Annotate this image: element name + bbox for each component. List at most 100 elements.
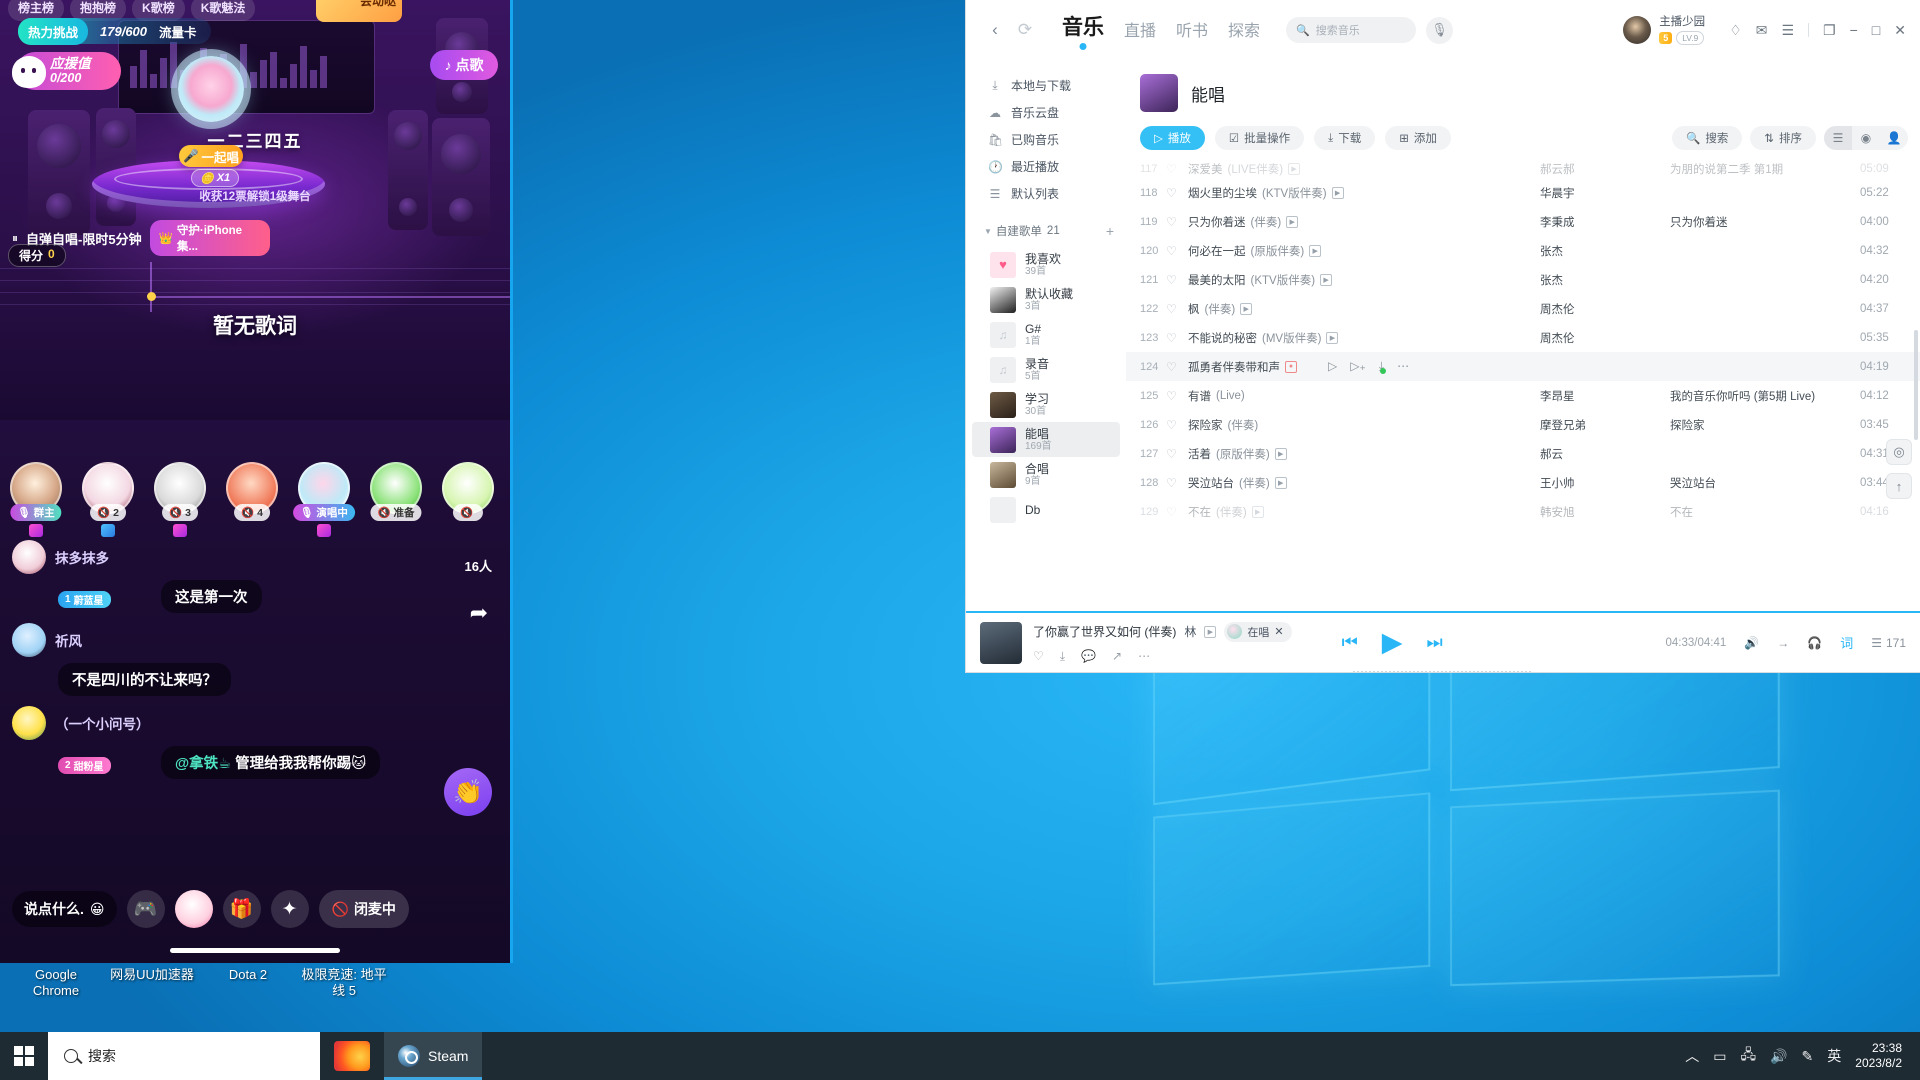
mv-icon[interactable]: ▶	[1286, 215, 1299, 228]
search-input[interactable]: 🔍 搜索音乐	[1286, 17, 1417, 43]
playlist-item-chorus[interactable]: 合唱 9首	[972, 457, 1120, 492]
heart-icon[interactable]: ♡	[1166, 447, 1188, 461]
heart-icon[interactable]: ♡	[1166, 244, 1188, 258]
music-app-window[interactable]: ‹ ⟳ 音乐 直播 听书 探索 🔍 搜索音乐 🎙 主播少园 5 LV.9 ♢ ✉…	[966, 0, 1920, 672]
playlist-item-can-sing[interactable]: 能唱 169首	[972, 422, 1120, 457]
table-row[interactable]: 127 ♡ 活着 (原版伴奏) ▶ 郝云 04:31	[1126, 439, 1920, 468]
sidebar-item-purchased[interactable]: 🛍 已购音乐	[966, 126, 1126, 153]
voice-search-button[interactable]: 🎙	[1426, 16, 1454, 44]
mail-icon[interactable]: ✉	[1756, 22, 1768, 39]
shirt-icon[interactable]: ♢	[1729, 22, 1742, 39]
download-icon[interactable]: ⤓	[1060, 649, 1065, 664]
table-row[interactable]: 118 ♡ 烟火里的尘埃 (KTV版伴奏) ▶ 华晨宇 05:22	[1126, 178, 1920, 207]
tab-music[interactable]: 音乐	[1062, 11, 1104, 50]
heart-icon[interactable]: ♡	[1166, 331, 1188, 345]
table-row[interactable]: 117 ♡ 深爱美 (LIVE伴奏) ▶ 郝云郝 为朋的说第二季 第1期 05:09	[1126, 160, 1920, 178]
download-button[interactable]: ⤓ 下载	[1314, 126, 1376, 150]
guard-promo-pill[interactable]: 👑 守护·iPhone集...	[149, 220, 270, 256]
heart-icon[interactable]: ♡	[1166, 476, 1188, 490]
hot-challenge-bar[interactable]: 热力挑战 179/600 流量卡	[18, 17, 211, 45]
track-list[interactable]: 117 ♡ 深爱美 (LIVE伴奏) ▶ 郝云郝 为朋的说第二季 第1期 05:09…	[1126, 160, 1920, 611]
next-track-button[interactable]: ⏭	[1427, 632, 1443, 653]
chat-messages[interactable]: 抹多抹多 1 蔚蓝星 这是第一次 祈风 不是四川的不让来吗？ （一个小问号） 2…	[12, 540, 412, 789]
share-icon[interactable]: ↗	[1112, 649, 1122, 663]
desktop-icon-dota2[interactable]: Dota 2	[200, 965, 296, 1001]
tab-live[interactable]: 直播	[1124, 17, 1156, 50]
mv-icon[interactable]: ▶	[1274, 476, 1287, 489]
seat-item[interactable]: 🔇	[436, 462, 500, 521]
desktop-icon-chrome[interactable]: Google Chrome	[8, 965, 104, 1001]
mini-player-icon[interactable]: ❐	[1823, 22, 1836, 39]
ime-language-indicator[interactable]: 英	[1827, 1046, 1841, 1066]
view-mode-artist[interactable]: 👤	[1880, 126, 1908, 150]
heart-icon[interactable]: ♡	[1166, 273, 1188, 287]
taskbar-app-ktv[interactable]	[320, 1032, 384, 1080]
sidebar-item-cloud-disk[interactable]: ☁ 音乐云盘	[966, 99, 1126, 126]
mv-icon[interactable]: ▶	[1240, 302, 1253, 315]
heart-icon[interactable]: ♡	[1166, 505, 1188, 519]
view-mode-list[interactable]: ☰	[1824, 126, 1852, 150]
desktop-icon-uu[interactable]: 网易UU加速器	[104, 965, 200, 1001]
table-row[interactable]: 129 ♡ 不在 (伴奏) ▶ 韩安旭 不在 04:16	[1126, 497, 1920, 526]
play-icon[interactable]: ▷	[1328, 359, 1337, 374]
desktop-icon-forza[interactable]: 极限竞速: 地平线 5	[296, 965, 392, 1001]
table-row[interactable]: 122 ♡ 枫 (伴奏) ▶ 周杰伦 04:37	[1126, 294, 1920, 323]
previous-track-button[interactable]: ⏮	[1342, 632, 1358, 653]
taskbar-app-steam[interactable]: Steam	[384, 1032, 483, 1080]
tab-audiobook[interactable]: 听书	[1176, 17, 1208, 50]
table-row[interactable]: 123 ♡ 不能说的秘密 (MV版伴奏) ▶ 周杰伦 05:35	[1126, 323, 1920, 352]
scroll-to-top-icon[interactable]: ↑	[1886, 473, 1912, 499]
mv-icon[interactable]: ▶	[1309, 244, 1322, 257]
now-playing-cover[interactable]	[980, 621, 1022, 664]
mute-toggle-button[interactable]: 🚫 闭麦中	[318, 890, 409, 928]
repeat-mode-icon[interactable]: →	[1777, 636, 1789, 650]
more-icon[interactable]: ⋯	[1397, 359, 1409, 374]
back-icon[interactable]: ‹	[980, 15, 1010, 45]
playlist-item-g-sharp[interactable]: ♫ G# 1首	[972, 317, 1120, 352]
current-singer-avatar[interactable]	[178, 56, 244, 122]
vote-multiplier-badge[interactable]: 🪙 X1	[191, 169, 240, 187]
download-icon[interactable]: ⤓	[1379, 359, 1387, 374]
heart-icon[interactable]: ♡	[1166, 389, 1188, 403]
menu-icon[interactable]: ☰	[1781, 22, 1794, 39]
table-row[interactable]: 126 ♡ 探险家 (伴奏) 摩登兄弟 探险家 03:45	[1126, 410, 1920, 439]
playlist-item-db[interactable]: Db	[972, 492, 1120, 527]
batch-operation-button[interactable]: ☑ 批量操作	[1214, 126, 1305, 150]
mv-icon[interactable]: ▶	[1274, 447, 1287, 460]
table-row-hovered[interactable]: 124 ♡ 孤勇者伴奏带和声 ● ▷ ▷₊ ⤓ ⋯ 04:19	[1126, 352, 1920, 381]
lyrics-icon[interactable]: 词	[1840, 633, 1853, 652]
add-to-playlist-icon[interactable]: ▷₊	[1350, 359, 1366, 374]
singing-chip[interactable]: 在唱 ✕	[1224, 621, 1292, 642]
playlist-item-default-collection[interactable]: 默认收藏 3首	[972, 282, 1120, 317]
close-icon[interactable]: ✕	[1894, 22, 1906, 39]
gift-button[interactable]: 🎁	[222, 890, 261, 928]
seat-item[interactable]: 🔇 3	[148, 462, 212, 537]
sidebar-item-recent[interactable]: 🕐 最近播放	[966, 153, 1126, 180]
taskbar-search-input[interactable]: 搜索	[48, 1032, 320, 1080]
seat-item[interactable]: 🎙 群主	[4, 462, 68, 537]
volume-icon[interactable]: 🔊	[1744, 636, 1759, 650]
heart-icon[interactable]: ♡	[1166, 302, 1188, 316]
play-all-button[interactable]: ▷ 播放	[1140, 126, 1205, 150]
minimize-icon[interactable]: −	[1850, 22, 1858, 38]
mv-icon[interactable]: ▶	[1251, 505, 1264, 518]
promo-banner[interactable]: 会动哒	[316, 0, 402, 22]
seat-item[interactable]: 🔇 准备	[364, 462, 428, 521]
heart-icon[interactable]: ♡	[1166, 418, 1188, 432]
add-playlist-icon[interactable]: +	[1106, 223, 1114, 239]
play-pause-button[interactable]: ▶	[1382, 627, 1403, 658]
support-value-widget[interactable]: 应援值 0/200	[12, 52, 121, 90]
sing-together-button[interactable]: 🎤 一起唱	[179, 145, 243, 167]
sort-button[interactable]: ⇅ 排序	[1750, 126, 1816, 150]
mv-icon[interactable]: ▶	[1320, 273, 1333, 286]
playlist-item-favorites[interactable]: ♥ 我喜欢 39首	[972, 247, 1120, 282]
play-queue-button[interactable]: ☰ 171	[1871, 636, 1906, 650]
request-song-button[interactable]: ♪ 点歌	[430, 50, 498, 80]
table-row[interactable]: 121 ♡ 最美的太阳 (KTV版伴奏) ▶ 张杰 04:20	[1126, 265, 1920, 294]
sidebar-item-local-downloads[interactable]: ⤓ 本地与下载	[966, 72, 1126, 99]
chat-input[interactable]: 说点什么. 😀	[12, 891, 117, 927]
refresh-icon[interactable]: ⟳	[1010, 15, 1040, 45]
game-button[interactable]: 🎮	[126, 890, 165, 928]
tab-explore[interactable]: 探索	[1228, 17, 1260, 50]
effects-button[interactable]: ✦	[270, 890, 309, 928]
